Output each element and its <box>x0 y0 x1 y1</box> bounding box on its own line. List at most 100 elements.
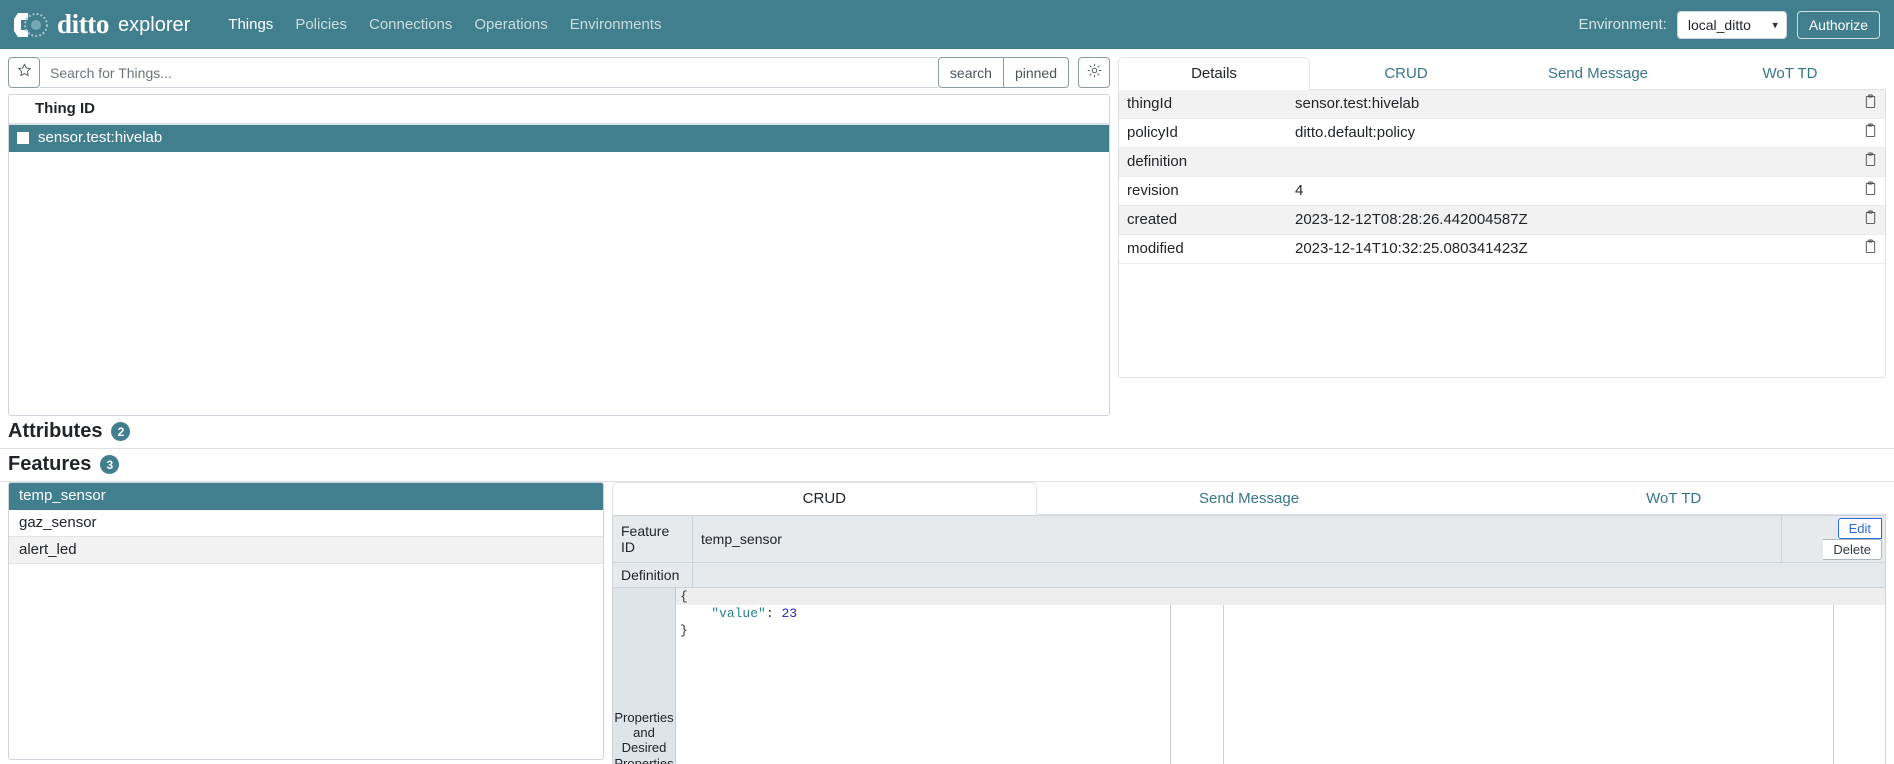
star-icon <box>17 63 32 82</box>
thing-details-panel: thingId sensor.test:hivelab policyId dit… <box>1118 90 1886 378</box>
features-area: temp_sensor gaz_sensor alert_led CRUD Se… <box>0 482 1894 764</box>
environment-label: Environment: <box>1578 16 1667 33</box>
tab-details[interactable]: Details <box>1118 57 1310 90</box>
table-row: created 2023-12-12T08:28:26.442004587Z <box>1119 205 1885 235</box>
json-editor[interactable]: { "value": 23 } <box>676 588 1885 764</box>
nav-item-operations[interactable]: Operations <box>474 16 547 33</box>
search-bar: search pinned <box>8 57 1110 88</box>
things-table-panel: Thing ID sensor.test:hivelab <box>8 94 1110 416</box>
gear-icon <box>1087 63 1102 82</box>
code-line: } <box>676 622 1885 639</box>
favorite-star-button[interactable] <box>8 57 40 88</box>
copy-icon[interactable] <box>1856 118 1885 148</box>
feature-tab-send-message[interactable]: Send Message <box>1037 482 1462 515</box>
things-table: Thing ID sensor.test:hivelab <box>9 95 1109 152</box>
detail-value: ditto.default:policy <box>1287 118 1856 148</box>
authorize-button[interactable]: Authorize <box>1796 10 1880 39</box>
code-number: 23 <box>781 606 798 621</box>
table-row: thingId sensor.test:hivelab <box>1119 90 1885 119</box>
tab-crud[interactable]: CRUD <box>1310 57 1502 90</box>
nav-item-environments[interactable]: Environments <box>570 16 662 33</box>
detail-key: modified <box>1119 234 1287 264</box>
features-title: Features <box>8 453 92 475</box>
definition-label: Definition <box>612 562 693 588</box>
copy-icon[interactable] <box>1856 90 1885 119</box>
header-right: Environment: local_ditto ▾ Authorize <box>1578 10 1880 39</box>
feature-detail-column: CRUD Send Message WoT TD Feature ID temp… <box>612 482 1894 764</box>
list-item[interactable]: gaz_sensor <box>9 510 603 537</box>
environment-select-wrap: local_ditto ▾ <box>1676 10 1787 39</box>
column-header-thing-id[interactable]: Thing ID <box>9 95 1109 125</box>
things-table-header-row: Thing ID <box>9 95 1109 125</box>
copy-icon[interactable] <box>1856 147 1885 177</box>
detail-value <box>1287 147 1856 177</box>
editor-gutter-label: Properties and Desired Properties <box>614 709 674 764</box>
detail-key: definition <box>1119 147 1287 177</box>
main-nav: Things Policies Connections Operations E… <box>228 16 661 33</box>
features-count-badge: 3 <box>100 455 120 474</box>
table-row: definition <box>1119 147 1885 177</box>
ditto-logo-icon <box>14 11 48 39</box>
features-list-column: temp_sensor gaz_sensor alert_led <box>0 482 612 764</box>
row-select-checkbox[interactable] <box>17 132 29 145</box>
detail-key: created <box>1119 205 1287 235</box>
search-settings-button[interactable] <box>1078 57 1110 88</box>
code-key: "value" <box>711 606 766 621</box>
delete-button[interactable]: Delete <box>1823 539 1882 560</box>
search-button[interactable]: search <box>937 57 1004 88</box>
attributes-count-badge: 2 <box>111 422 131 441</box>
table-row: Definition <box>612 562 1886 588</box>
definition-value[interactable] <box>692 562 1886 588</box>
detail-value: 2023-12-12T08:28:26.442004587Z <box>1287 205 1856 235</box>
edit-button[interactable]: Edit <box>1837 518 1882 539</box>
main-top: search pinned Thing ID <box>0 49 1894 416</box>
detail-key: revision <box>1119 176 1287 206</box>
table-row: modified 2023-12-14T10:32:25.080341423Z <box>1119 234 1885 264</box>
code-line: { <box>676 588 1885 605</box>
search-buttons: search pinned <box>937 57 1069 88</box>
thing-id-text: sensor.test:hivelab <box>38 129 163 146</box>
detail-key: thingId <box>1119 90 1287 119</box>
thing-details-table: thingId sensor.test:hivelab policyId dit… <box>1119 90 1885 264</box>
table-row: revision 4 <box>1119 176 1885 206</box>
brand-name: ditto <box>57 9 110 39</box>
feature-id-label: Feature ID <box>612 515 693 563</box>
nav-item-policies[interactable]: Policies <box>295 16 347 33</box>
nav-item-connections[interactable]: Connections <box>369 16 452 33</box>
editor-gutter: Properties and Desired Properties <box>613 588 676 764</box>
code-brace-close: } <box>680 623 688 638</box>
code-brace-open: { <box>680 589 688 604</box>
attributes-title: Attributes <box>8 420 103 442</box>
tab-wot-td[interactable]: WoT TD <box>1694 57 1886 90</box>
copy-icon[interactable] <box>1856 205 1885 235</box>
pinned-button[interactable]: pinned <box>1003 57 1069 88</box>
tab-send-message[interactable]: Send Message <box>1502 57 1694 90</box>
brand-subtitle: explorer <box>118 13 191 36</box>
feature-id-value[interactable]: temp_sensor <box>692 515 1782 563</box>
nav-item-things[interactable]: Things <box>228 16 273 33</box>
search-input[interactable] <box>40 57 938 88</box>
table-row: Feature ID temp_sensor EditDelete <box>612 515 1886 563</box>
copy-icon[interactable] <box>1856 234 1885 264</box>
table-row[interactable]: sensor.test:hivelab <box>9 124 1109 152</box>
detail-value: 4 <box>1287 176 1856 206</box>
feature-tab-crud[interactable]: CRUD <box>612 482 1037 515</box>
brand[interactable]: ditto explorer <box>14 11 190 39</box>
code-colon: : <box>765 606 782 621</box>
list-item[interactable]: temp_sensor <box>9 483 603 510</box>
detail-value: sensor.test:hivelab <box>1287 90 1856 119</box>
list-item[interactable]: alert_led <box>9 537 603 564</box>
thing-detail-tabs: Details CRUD Send Message WoT TD <box>1118 57 1886 90</box>
feature-tab-wot-td[interactable]: WoT TD <box>1461 482 1886 515</box>
features-section-header[interactable]: Features 3 <box>0 449 1894 482</box>
table-row: policyId ditto.default:policy <box>1119 118 1885 148</box>
features-list: temp_sensor gaz_sensor alert_led <box>8 482 604 760</box>
detail-key: policyId <box>1119 118 1287 148</box>
copy-icon[interactable] <box>1856 176 1885 206</box>
feature-fields-table: Feature ID temp_sensor EditDelete Defini… <box>612 515 1886 588</box>
detail-value: 2023-12-14T10:32:25.080341423Z <box>1287 234 1856 264</box>
attributes-section-header[interactable]: Attributes 2 <box>0 416 1894 449</box>
environment-select[interactable]: local_ditto <box>1676 10 1787 39</box>
properties-editor: Properties and Desired Properties { "val… <box>612 588 1886 764</box>
thing-row-cell: sensor.test:hivelab <box>9 124 1109 152</box>
